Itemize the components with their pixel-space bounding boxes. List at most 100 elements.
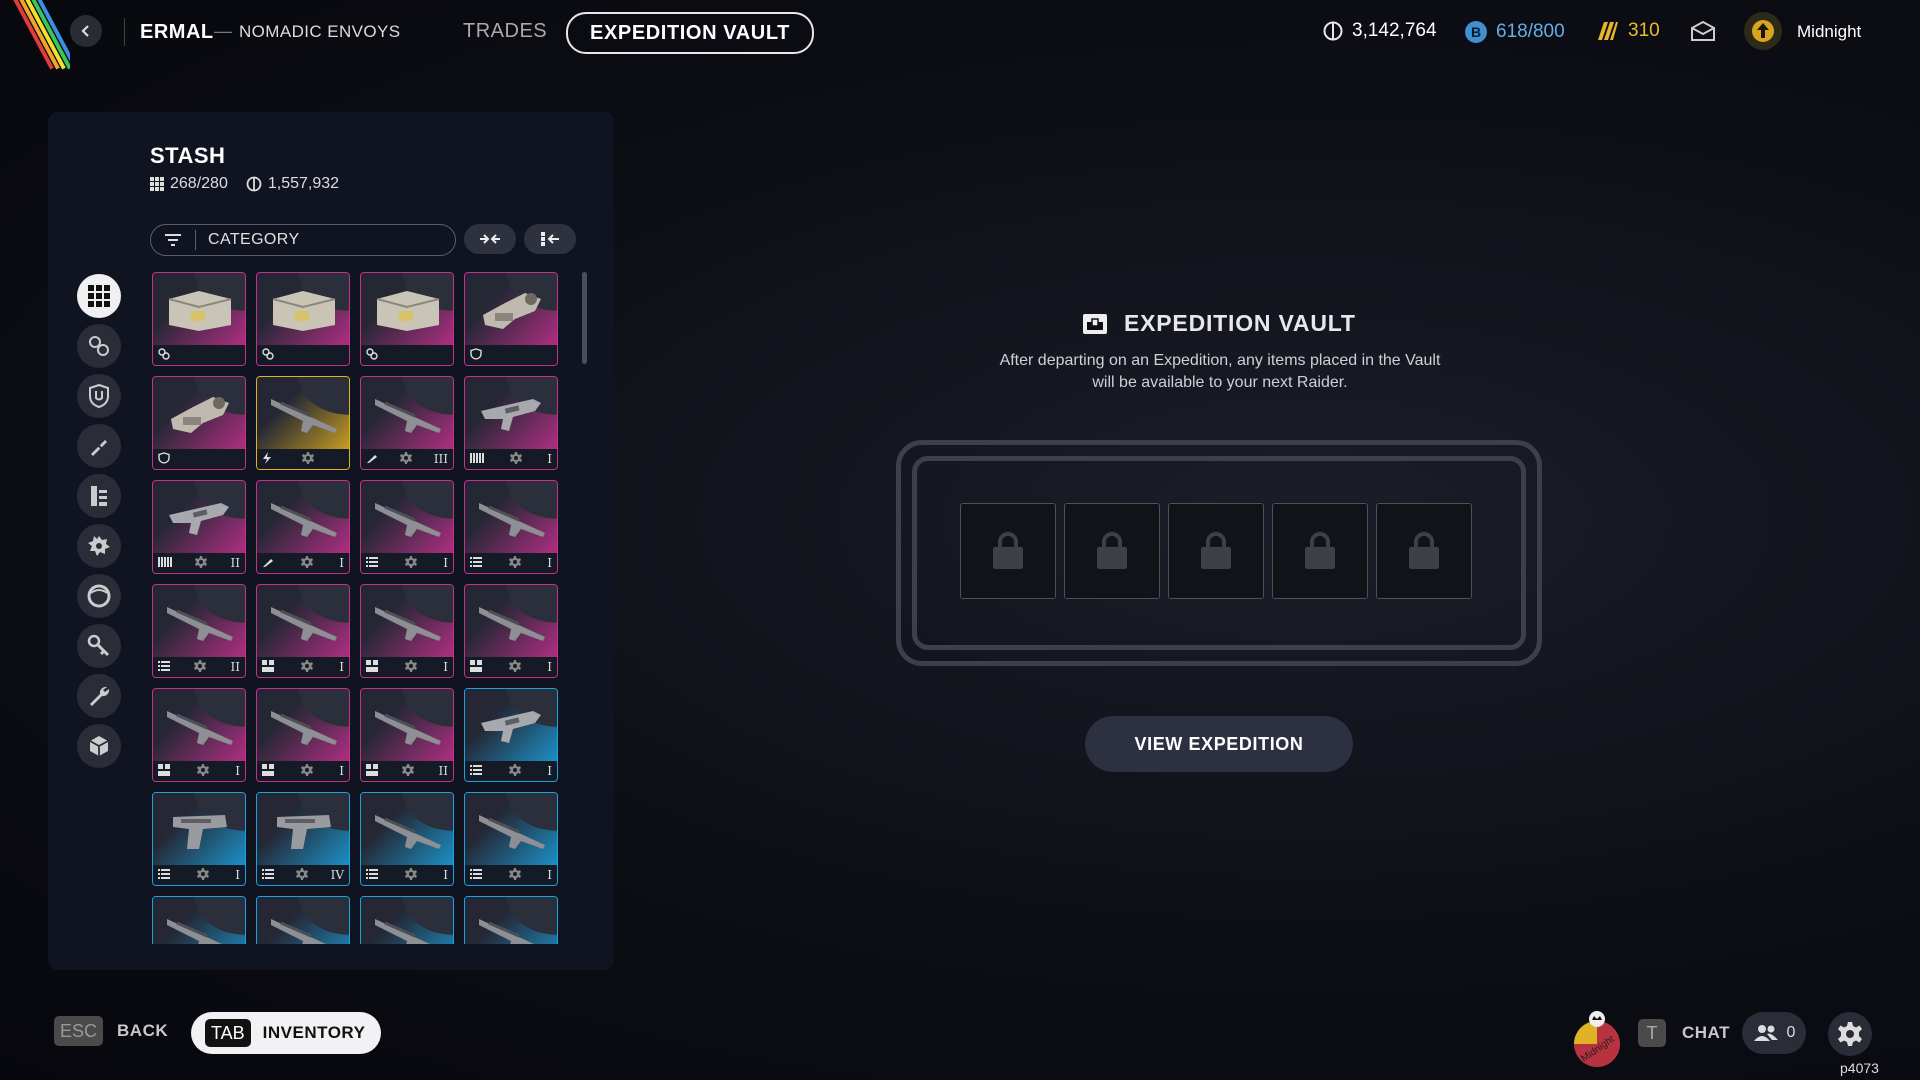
stash-item-slot[interactable] [152, 376, 246, 470]
stash-item-slot[interactable] [464, 896, 558, 944]
tab-expedition-vault[interactable]: EXPEDITION VAULT [566, 12, 814, 54]
back-hint[interactable]: ESC BACK [54, 1016, 168, 1046]
item-rifle-image [163, 701, 237, 751]
item-type-list-icon [158, 868, 170, 882]
stash-item-slot[interactable] [256, 896, 350, 944]
vault-description: After departing on an Expedition, any it… [960, 350, 1480, 394]
stash-item-slot[interactable]: IV [256, 792, 350, 886]
category-mods-button[interactable] [77, 324, 121, 368]
stash-item-slot[interactable]: I [256, 584, 350, 678]
item-type-heavy-icon [366, 659, 378, 675]
stash-item-slot[interactable]: I [360, 792, 454, 886]
category-all-button[interactable] [77, 274, 121, 318]
sort-stash-button[interactable] [524, 224, 576, 254]
settings-button[interactable] [1828, 1012, 1872, 1056]
stash-item-slot[interactable] [360, 272, 454, 366]
item-mods-gear-icon [404, 867, 417, 883]
stash-item-slot[interactable]: III [360, 376, 454, 470]
category-materials-button[interactable] [77, 524, 121, 568]
item-rifle-image [475, 597, 549, 647]
category-keys-button[interactable] [77, 624, 121, 668]
item-footer [361, 345, 453, 365]
item-mods-gear-icon [195, 555, 208, 571]
item-type-list-icon [366, 868, 378, 882]
player-avatar[interactable]: Midnight [1570, 1010, 1624, 1073]
stash-item-slot[interactable]: I [464, 688, 558, 782]
materials-icon [88, 536, 110, 556]
vault-slot-locked[interactable] [1064, 503, 1160, 599]
item-type-list-icon [158, 660, 170, 674]
stash-item-slot[interactable]: I [464, 584, 558, 678]
view-expedition-button[interactable]: VIEW EXPEDITION [1085, 716, 1353, 772]
inventory-button[interactable]: TAB INVENTORY [191, 1012, 382, 1054]
item-footer: I [465, 657, 557, 677]
stash-item-slot[interactable]: II [152, 480, 246, 574]
category-tools-button[interactable] [77, 674, 121, 718]
stash-item-slot[interactable]: II [152, 584, 246, 678]
premium-value: 310 [1628, 20, 1660, 41]
stash-value: 1,557,932 [246, 175, 339, 193]
item-rifle-image [163, 597, 237, 647]
category-misc-button[interactable] [77, 724, 121, 768]
item-mods-gear-icon [404, 659, 417, 675]
vault-slot-locked[interactable] [960, 503, 1056, 599]
item-pistol-image [163, 805, 237, 855]
item-mods-gear-icon [509, 451, 522, 467]
item-footer: I [361, 553, 453, 573]
stash-item-slot[interactable]: I [152, 688, 246, 782]
rank-badge-icon[interactable] [1744, 12, 1782, 50]
stash-scrollbar[interactable] [582, 272, 587, 364]
item-mods-gear-icon [302, 451, 314, 467]
vault-slot-locked[interactable] [1376, 503, 1472, 599]
item-tier: II [438, 764, 448, 778]
stash-item-slot[interactable]: I [256, 688, 350, 782]
shield-icon [89, 384, 109, 408]
stash-item-slot[interactable] [360, 896, 454, 944]
chat-hint[interactable]: T CHAT [1638, 1019, 1730, 1047]
esc-key: ESC [54, 1016, 104, 1046]
mail-icon[interactable] [1690, 20, 1716, 47]
category-filter-dropdown[interactable]: CATEGORY [150, 224, 456, 256]
stash-item-slot[interactable]: I [360, 480, 454, 574]
item-footer: II [153, 553, 245, 573]
item-rifle-image [371, 701, 445, 751]
category-quick-use-button[interactable] [77, 474, 121, 518]
top-bar: ERMAL — NOMADIC ENVOYS TRADES EXPEDITION… [0, 0, 1920, 70]
stash-item-slot[interactable] [256, 272, 350, 366]
stash-item-slot[interactable]: I [464, 480, 558, 574]
friends-count: 0 [1786, 1024, 1796, 1041]
stash-item-slot[interactable]: I [464, 792, 558, 886]
stash-item-slot[interactable]: I [464, 376, 558, 470]
coin-icon [246, 176, 262, 192]
item-type-bolt-icon [366, 452, 378, 467]
stash-item-slot[interactable] [152, 272, 246, 366]
avatar-icon: Midnight [1574, 1011, 1620, 1067]
stash-item-slot[interactable] [152, 896, 246, 944]
chevron-left-icon [81, 25, 89, 37]
vault-description-line1: After departing on an Expedition, any it… [999, 352, 1441, 369]
vault-slot-locked[interactable] [1168, 503, 1264, 599]
tab-trades[interactable]: TRADES [463, 20, 547, 43]
item-type-shield-icon [470, 347, 482, 363]
vault-slot-locked[interactable] [1272, 503, 1368, 599]
item-type-heavy-icon [262, 763, 274, 779]
stash-item-slot[interactable] [464, 272, 558, 366]
category-ammo-button[interactable] [77, 424, 121, 468]
stash-item-slot[interactable]: I [152, 792, 246, 886]
back-arrow-button[interactable] [70, 15, 102, 47]
profile-name[interactable]: Midnight [1797, 22, 1861, 42]
item-footer: I [361, 657, 453, 677]
compact-stash-button[interactable] [464, 224, 516, 254]
gear-icon [1838, 1022, 1862, 1046]
stash-item-slot[interactable] [256, 376, 350, 470]
item-footer: I [465, 449, 557, 469]
stash-item-slot[interactable]: II [360, 688, 454, 782]
category-shields-button[interactable] [77, 374, 121, 418]
stash-item-slot[interactable]: I [256, 480, 350, 574]
friends-button[interactable]: 0 [1742, 1012, 1806, 1054]
stash-item-slot[interactable]: I [360, 584, 454, 678]
item-mods-gear-icon [399, 451, 412, 467]
category-augments-button[interactable] [77, 574, 121, 618]
item-type-mods-icon [158, 347, 170, 363]
item-tier: I [235, 764, 240, 778]
